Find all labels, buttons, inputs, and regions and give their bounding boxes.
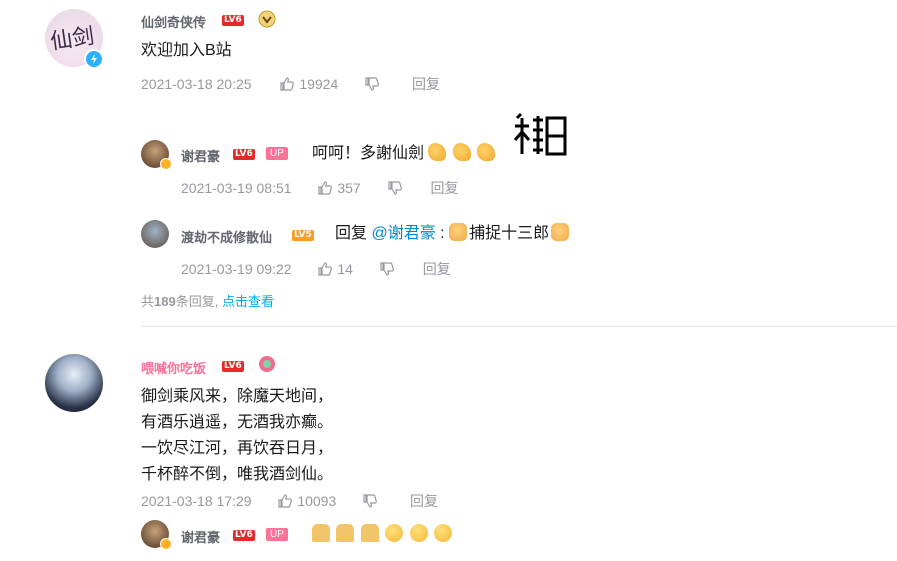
- like-count: 19924: [299, 76, 339, 92]
- reply-content: [312, 522, 454, 548]
- reply-meta: 2021-03-19 09:22 14 回复: [181, 259, 451, 279]
- comment-time: 2021-03-18 17:29: [141, 493, 252, 509]
- medal-icon: [258, 10, 276, 28]
- cat-emoji-icon: [551, 223, 570, 241]
- thumb-down-icon: [380, 262, 394, 276]
- like-button[interactable]: 10093: [277, 493, 340, 509]
- poem-line: 御剑乘风来，除魔天地间，: [141, 388, 334, 405]
- clap-emoji-icon: [477, 143, 496, 161]
- pray-emoji-icon: [360, 524, 379, 542]
- thumb-down-icon: [365, 77, 380, 91]
- reply-text: 捕捉十三郎: [469, 225, 550, 242]
- clap-emoji-icon: [452, 143, 471, 161]
- username[interactable]: 喂喊你吃饭: [141, 358, 206, 377]
- comment-meta: 2021-03-18 20:25 19924 回复: [141, 74, 440, 94]
- like-button[interactable]: 357: [317, 180, 364, 196]
- up-badge: UP: [266, 528, 288, 541]
- verified-icon: [160, 538, 172, 550]
- dislike-button[interactable]: [362, 493, 382, 509]
- pray-emoji-icon: [336, 524, 355, 542]
- level-badge: LV5: [292, 230, 314, 241]
- thumb-down-icon: [387, 181, 402, 195]
- comment-meta: 2021-03-18 17:29 10093 回复: [141, 491, 438, 511]
- thumb-up-icon: [280, 77, 295, 91]
- reply-time: 2021-03-19 09:22: [181, 261, 292, 277]
- pray-emoji-icon: [312, 524, 330, 542]
- like-button[interactable]: 14: [317, 261, 356, 277]
- up-badge: UP: [266, 147, 288, 160]
- dislike-button[interactable]: [379, 261, 399, 277]
- dislike-button[interactable]: [387, 180, 407, 196]
- like-count: 357: [337, 180, 361, 196]
- view-more-link[interactable]: 点击查看: [222, 294, 274, 309]
- poem-line: 一饮尽江河，再饮吞日月，: [141, 440, 334, 457]
- reply-count: 189: [154, 294, 176, 309]
- colon: :: [435, 225, 445, 242]
- verified-icon: [160, 158, 172, 170]
- like-count: 14: [337, 261, 353, 277]
- thumb-up-icon: [318, 262, 333, 276]
- avatar[interactable]: [45, 354, 103, 412]
- reply-username[interactable]: 谢君豪: [181, 146, 220, 165]
- reply-meta: 2021-03-19 08:51 357 回复: [181, 178, 458, 198]
- verified-icon: [84, 49, 104, 69]
- reply-content: 回复 @谢君豪 : 捕捉十三郎: [335, 221, 571, 247]
- reply-username[interactable]: 谢君豪: [181, 527, 220, 546]
- reply-button[interactable]: 回复: [412, 76, 440, 92]
- laugh-emoji-icon: [434, 524, 453, 542]
- level-badge: LV6: [222, 361, 244, 372]
- reply-word: 回复: [335, 225, 368, 242]
- like-count: 10093: [297, 493, 337, 509]
- thumb-down-icon: [363, 494, 378, 508]
- dislike-button[interactable]: [364, 76, 384, 92]
- level-badge: LV6: [233, 149, 255, 160]
- reply-button[interactable]: 回复: [410, 493, 438, 509]
- avatar[interactable]: [141, 220, 169, 248]
- medal-icon: [258, 355, 276, 373]
- reply-summary-prefix: 共: [141, 294, 155, 309]
- reply-time: 2021-03-19 08:51: [181, 180, 292, 196]
- reply-summary-suffix: 条回复,: [175, 294, 219, 309]
- reply-content: 呵呵！多謝仙劍: [312, 141, 497, 167]
- level-badge: LV6: [233, 530, 255, 541]
- laugh-emoji-icon: [385, 524, 404, 542]
- laugh-emoji-icon: [409, 524, 428, 542]
- divider: [141, 326, 897, 327]
- username[interactable]: 仙剑奇侠传: [141, 12, 206, 31]
- reply-username[interactable]: 渡劫不成修散仙: [181, 227, 272, 246]
- reply-text: 呵呵！多謝仙劍: [312, 145, 425, 162]
- mention-link[interactable]: @谢君豪: [371, 225, 435, 242]
- thumb-up-icon: [318, 181, 333, 195]
- comment-content: 御剑乘风来，除魔天地间， 有酒乐逍遥，无酒我亦癫。 一饮尽江河，再饮吞日月， 千…: [141, 384, 333, 488]
- like-button[interactable]: 19924: [279, 76, 342, 92]
- clap-emoji-icon: [428, 143, 447, 161]
- cat-emoji-icon: [449, 223, 468, 241]
- reply-button[interactable]: 回复: [423, 261, 451, 277]
- thumb-up-icon: [278, 494, 293, 508]
- level-badge: LV6: [222, 15, 244, 26]
- comment-content: 欢迎加入B站: [141, 42, 232, 59]
- reply-summary: 共189条回复, 点击查看: [141, 291, 274, 310]
- handwritten-glyph-image: [511, 110, 569, 168]
- poem-line: 千杯醉不倒，唯我酒剑仙。: [141, 466, 334, 483]
- reply-button[interactable]: 回复: [430, 180, 458, 196]
- poem-line: 有酒乐逍遥，无酒我亦癫。: [141, 414, 334, 431]
- comment-time: 2021-03-18 20:25: [141, 76, 252, 92]
